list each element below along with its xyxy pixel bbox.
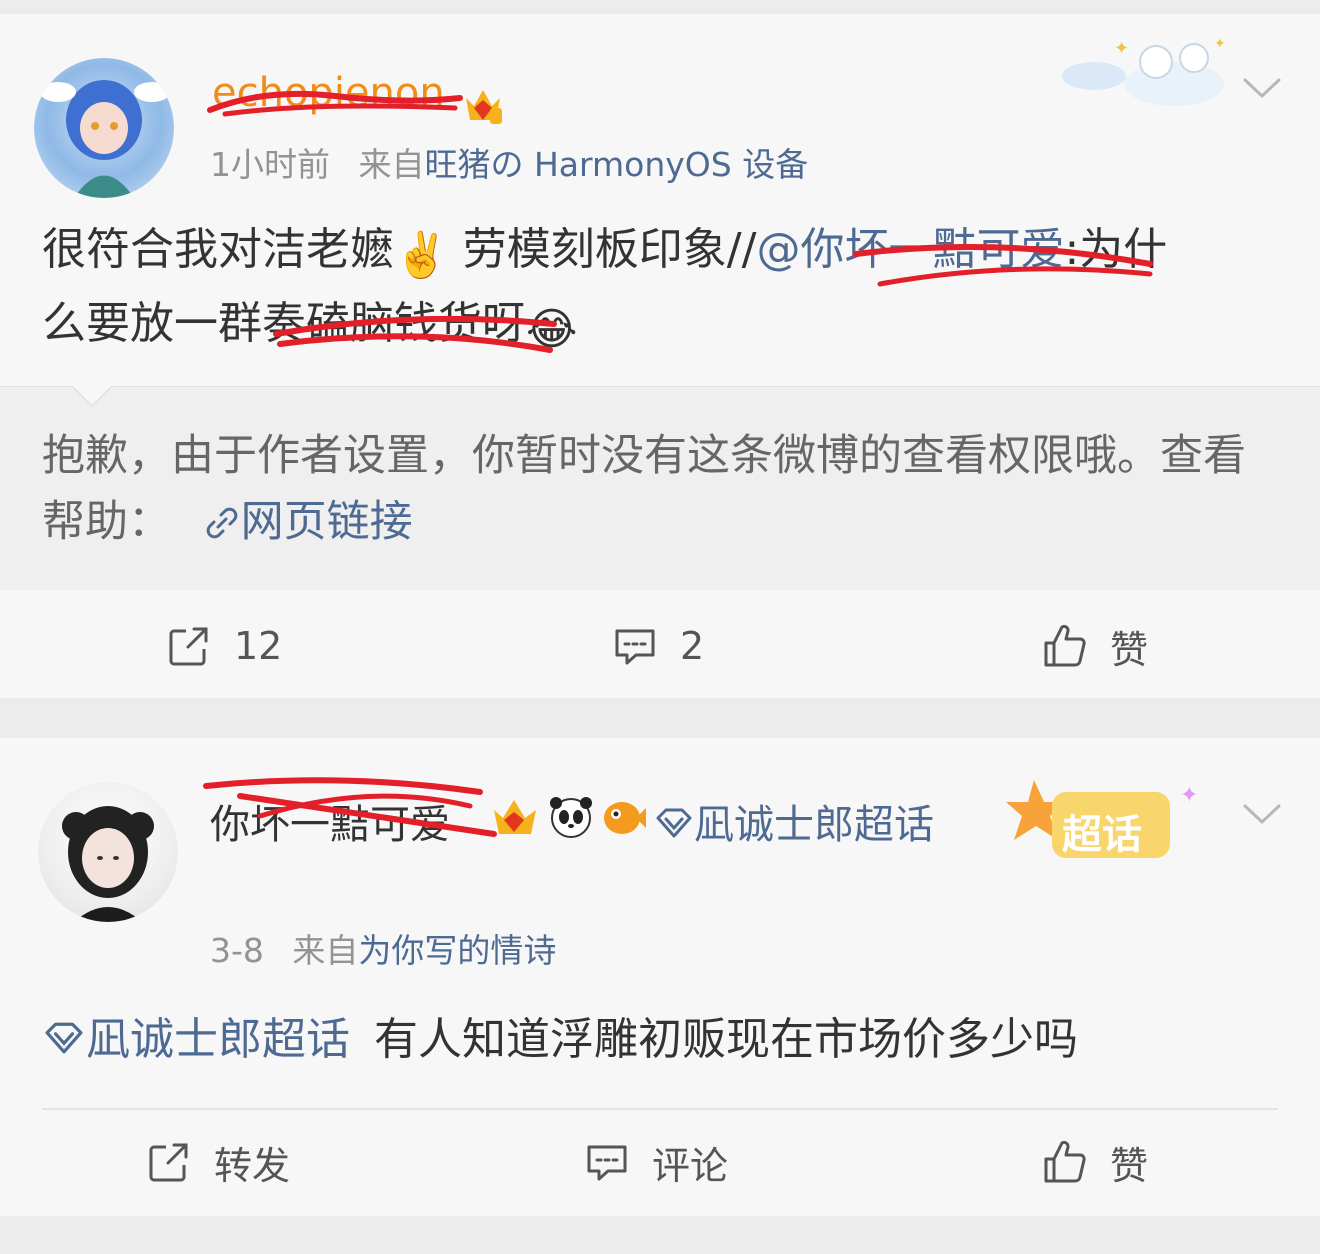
supertopic-link[interactable]: 凪诚士郎超话	[42, 1014, 364, 1065]
post-text: 凪诚士郎超话 有人知道浮雕初贩现在市场价多少吗	[42, 1006, 1282, 1074]
svg-text:✦: ✦	[1114, 38, 1129, 59]
repost-icon	[169, 627, 208, 666]
repost-button[interactable]: 转发	[146, 1110, 290, 1214]
supertopic-badge-label[interactable]: 凪诚士郎超话	[694, 802, 934, 848]
post-meta: 3-8 来自为你写的情诗	[210, 924, 556, 972]
like-button[interactable]: 赞	[1042, 1110, 1148, 1214]
web-link-label[interactable]: 网页链接	[241, 497, 413, 547]
diamond-icon	[656, 808, 692, 838]
post-text-part: 很符合我对洁老嬷	[42, 224, 394, 275]
comment-count: 2	[680, 624, 705, 668]
chevron-down-icon[interactable]	[1242, 802, 1282, 826]
action-bar: 转发 评论 赞	[0, 1110, 1320, 1214]
like-label: 赞	[1110, 627, 1149, 672]
comment-label: 评论	[652, 1143, 729, 1188]
svg-text:✦: ✦	[1180, 783, 1198, 808]
repost-caret	[72, 386, 112, 408]
repost-container[interactable]: 抱歉，由于作者设置，你暂时没有这条微博的查看权限哦。查看帮助： 网页链接	[0, 386, 1320, 590]
chevron-down-icon[interactable]	[1242, 76, 1282, 100]
username[interactable]: echopienon	[212, 70, 445, 116]
permission-notice: 抱歉，由于作者设置，你暂时没有这条微博的查看权限哦。查看帮助： 网页链接	[42, 423, 1282, 555]
user-avatar[interactable]	[34, 58, 174, 198]
repost-count: 12	[234, 624, 283, 668]
web-link[interactable]: 网页链接	[203, 497, 413, 547]
thumbs-up-icon	[1044, 1140, 1086, 1183]
post-text-part: 呀	[482, 298, 526, 349]
like-button[interactable]: 赞	[1042, 594, 1148, 698]
mention-link[interactable]: @你坏一黠可爱	[756, 224, 1064, 275]
fish-icon	[604, 802, 646, 834]
panda-icon	[550, 797, 592, 838]
post-text-part: :为什	[1064, 224, 1168, 275]
post-text: 很符合我对洁老嬷✌️ 劳模刻板印象//@你坏一黠可爱:为什 么要放一群奏磕脑钱货…	[42, 216, 1282, 364]
source-prefix: 来自	[292, 931, 359, 970]
post-text-part: 么要放一群	[42, 298, 262, 349]
post-time: 3-8	[210, 931, 264, 970]
cloud-decoration-icon: ✦ ✦	[1062, 36, 1226, 106]
vip-crown-icon	[494, 800, 536, 834]
supertopic-badge[interactable]: 凪诚士郎超话	[654, 792, 934, 850]
comment-icon	[615, 629, 655, 665]
post-body: 有人知道浮雕初贩现在市场价多少吗	[374, 1014, 1078, 1065]
repost-button[interactable]: 12	[166, 594, 282, 698]
link-icon	[206, 507, 237, 539]
source-prefix: 来自	[358, 145, 425, 184]
repost-icon	[149, 1143, 188, 1182]
post-time: 1小时前	[210, 145, 330, 184]
supertopic-link-label[interactable]: 凪诚士郎超话	[86, 1014, 350, 1065]
comment-button[interactable]: 2	[612, 594, 704, 698]
supertopic-sticker: ✦ 超话	[1000, 772, 1210, 868]
username[interactable]: 你坏一黠可爱	[210, 792, 450, 850]
avatar-photo	[62, 806, 154, 922]
supertopic-sticker-label: 超话	[1062, 812, 1142, 858]
post-meta: 1小时前 来自旺猪の HarmonyOS 设备	[210, 138, 808, 186]
repost-label: 转发	[214, 1143, 291, 1188]
post-source[interactable]: 旺猪の HarmonyOS 设备	[425, 145, 809, 184]
redacted-text: 奏磕脑钱货	[262, 298, 482, 349]
comment-button[interactable]: 评论	[584, 1110, 728, 1214]
comment-icon	[587, 1145, 627, 1181]
vip-crown-icon	[466, 90, 502, 124]
weibo-post-card[interactable]: 你坏一黠可爱 凪诚士郎超话 ✦ 超话 3-8 来自为你写的情诗 凪诚士郎超话 有…	[0, 738, 1320, 1216]
user-avatar[interactable]	[38, 782, 178, 922]
like-label: 赞	[1110, 1143, 1149, 1188]
tears-of-joy-emoji: 😂	[526, 304, 578, 355]
svg-text:✦: ✦	[1214, 36, 1226, 52]
victory-hand-emoji: ✌️	[394, 230, 449, 281]
avatar-illustration	[40, 80, 170, 198]
post-source[interactable]: 为你写的情诗	[358, 931, 556, 970]
action-bar: 12 2 赞	[0, 594, 1320, 698]
thumbs-up-icon	[1044, 624, 1086, 667]
weibo-post-card[interactable]: echopienon 1小时前 来自旺猪の HarmonyOS 设备 ✦ ✦ 很…	[0, 14, 1320, 698]
diamond-icon	[45, 1022, 83, 1054]
post-text-part: 劳模刻板印象//	[462, 224, 757, 275]
